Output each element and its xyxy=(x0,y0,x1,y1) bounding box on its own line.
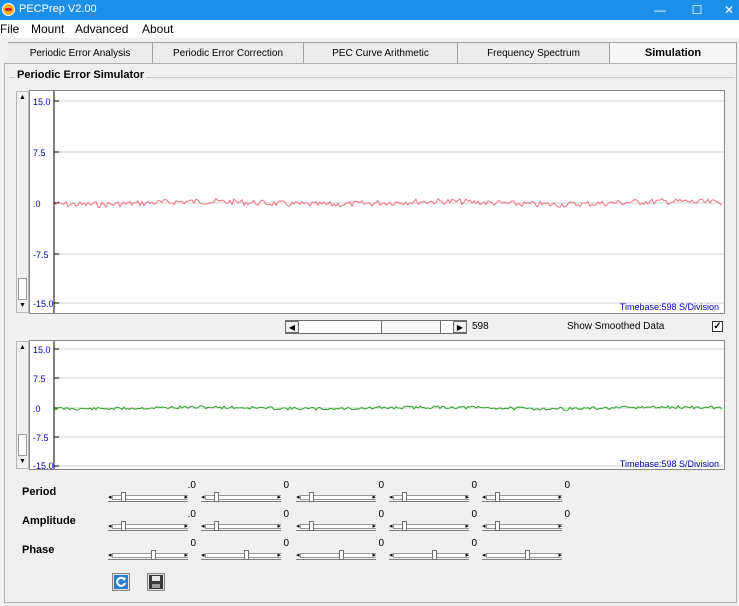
bottom-chart: 15.0 7.5 .0 -7.5 -15.0 Timebase:598 S/Di… xyxy=(29,340,725,471)
menu-mount[interactable]: Mount xyxy=(31,22,64,36)
amplitude-slider[interactable]: ◂ ▸ xyxy=(389,521,469,531)
top-ytick-label: 7.5 xyxy=(33,148,46,158)
amplitude-label: Amplitude xyxy=(22,515,76,527)
top-ytick-label: -15.0 xyxy=(33,299,54,309)
top-ytick-label: .0 xyxy=(33,199,41,209)
period-slider[interactable]: ◂ ▸ xyxy=(201,492,281,502)
phase-slider[interactable]: ◂ ▸ xyxy=(296,550,376,560)
amplitude-value: 0 xyxy=(283,509,289,520)
phase-label: Phase xyxy=(22,544,55,556)
bottom-ytick-label: -7.5 xyxy=(33,433,49,443)
period-label: Period xyxy=(22,486,57,498)
tab-periodic-error-correction[interactable]: Periodic Error Correction xyxy=(153,42,304,63)
period-value: 0 xyxy=(378,480,384,491)
period-slider[interactable]: ◂ ▸ xyxy=(108,492,188,502)
phase-slider[interactable]: ◂ ▸ xyxy=(108,550,188,560)
scroll-down-arrow-icon[interactable]: ▼ xyxy=(18,457,27,467)
show-smoothed-checkbox[interactable]: ✓ xyxy=(712,321,723,332)
scroll-left-arrow-icon[interactable]: ◀ xyxy=(285,321,299,333)
amplitude-value: 0 xyxy=(471,509,477,520)
menu-bar: File Mount Advanced About xyxy=(0,20,739,38)
bottom-ytick-label: -15.0 xyxy=(33,461,54,469)
menu-about[interactable]: About xyxy=(142,22,173,36)
bottom-timebase-label: Timebase:598 S/Division xyxy=(620,459,719,469)
amplitude-value: 0 xyxy=(564,509,570,520)
amplitude-slider[interactable]: ◂ ▸ xyxy=(201,521,281,531)
period-slider[interactable]: ◂ ▸ xyxy=(389,492,469,502)
refresh-button[interactable] xyxy=(112,573,130,591)
scroll-right-arrow-icon[interactable]: ▶ xyxy=(453,321,467,333)
phase-slider[interactable]: ◂ ▸ xyxy=(201,550,281,560)
scroll-up-arrow-icon[interactable]: ▲ xyxy=(18,343,27,353)
bottom-chart-svg: 15.0 7.5 .0 -7.5 -15.0 Timebase:598 S/Di… xyxy=(33,341,724,471)
phase-value: 0 xyxy=(283,538,289,549)
period-slider[interactable]: ◂ ▸ xyxy=(296,492,376,502)
amplitude-slider[interactable]: ◂ ▸ xyxy=(108,521,188,531)
scroll-down-arrow-icon[interactable]: ▼ xyxy=(18,301,27,311)
maximize-button[interactable]: ☐ xyxy=(682,0,712,20)
top-chart-vscroll[interactable]: ▲ ▼ xyxy=(16,91,29,313)
period-value: .0 xyxy=(187,480,196,491)
close-button[interactable]: ✕ xyxy=(719,0,739,20)
tab-pec-curve-arithmetic[interactable]: PEC Curve Arithmetic xyxy=(304,42,458,63)
tab-periodic-error-analysis[interactable]: Periodic Error Analysis xyxy=(8,42,153,63)
time-hscroll[interactable]: ◀ ▶ xyxy=(285,320,467,334)
period-value: 0 xyxy=(283,480,289,491)
bottom-ytick-label: 7.5 xyxy=(33,374,46,384)
title-bar: PECPrep V2.00 — ☐ ✕ xyxy=(0,0,739,20)
top-ytick-label: -7.5 xyxy=(33,250,49,260)
phase-slider[interactable]: ◂ ▸ xyxy=(482,550,562,560)
top-grid xyxy=(54,100,724,304)
bottom-ytick-label: .0 xyxy=(33,404,41,414)
top-ytick-label: 15.0 xyxy=(33,97,51,107)
phase-slider[interactable]: ◂ ▸ xyxy=(389,550,469,560)
app-icon xyxy=(2,3,15,16)
period-value: 0 xyxy=(564,480,570,491)
period-value: 0 xyxy=(471,480,477,491)
phase-value: 0 xyxy=(471,538,477,549)
period-slider[interactable]: ◂ ▸ xyxy=(482,492,562,502)
top-timebase-label: Timebase:598 S/Division xyxy=(620,302,719,312)
phase-value: 0 xyxy=(190,538,196,549)
bottom-chart-scroll-thumb[interactable] xyxy=(18,434,27,456)
top-chart-scroll-thumb[interactable] xyxy=(18,278,27,300)
tab-frequency-spectrum[interactable]: Frequency Spectrum xyxy=(458,42,610,63)
bottom-chart-vscroll[interactable]: ▲ ▼ xyxy=(16,341,29,469)
show-smoothed-label: Show Smoothed Data xyxy=(567,321,665,332)
amplitude-slider[interactable]: ◂ ▸ xyxy=(482,521,562,531)
group-title: Periodic Error Simulator xyxy=(15,69,147,81)
scroll-up-arrow-icon[interactable]: ▲ xyxy=(18,93,27,103)
menu-file[interactable]: File xyxy=(0,22,19,36)
amplitude-value: 0 xyxy=(378,509,384,520)
menu-advanced[interactable]: Advanced xyxy=(75,22,128,36)
phase-value: 0 xyxy=(378,538,384,549)
refresh-icon xyxy=(114,575,128,589)
top-chart: 15.0 7.5 .0 -7.5 -15.0 Timebase:598 S/Di… xyxy=(29,90,725,314)
scroll-value: 598 xyxy=(472,321,489,332)
save-icon xyxy=(149,575,163,589)
time-scroll-thumb[interactable] xyxy=(381,320,441,334)
bottom-ytick-label: 15.0 xyxy=(33,345,51,355)
top-chart-svg: 15.0 7.5 .0 -7.5 -15.0 Timebase:598 S/Di… xyxy=(33,91,724,313)
tab-simulation[interactable]: Simulation xyxy=(610,42,737,63)
amplitude-value: .0 xyxy=(187,509,196,520)
minimize-button[interactable]: — xyxy=(645,0,675,20)
window-title: PECPrep V2.00 xyxy=(19,3,97,15)
amplitude-slider[interactable]: ◂ ▸ xyxy=(296,521,376,531)
save-button[interactable] xyxy=(147,573,165,591)
tab-strip: Periodic Error Analysis Periodic Error C… xyxy=(0,42,739,64)
